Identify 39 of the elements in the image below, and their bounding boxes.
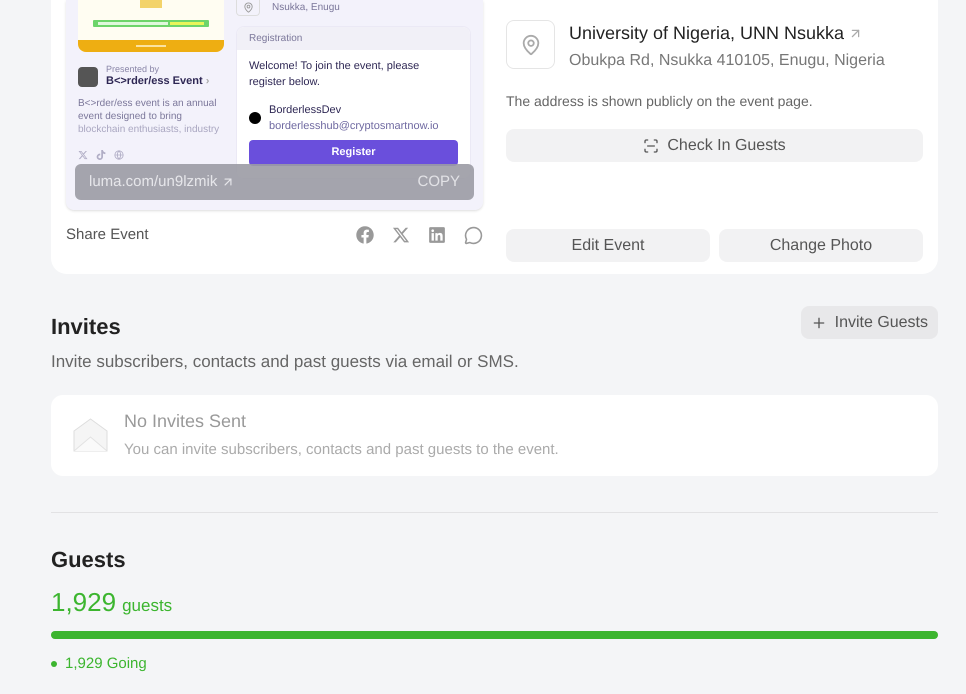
presenter-caption: Presented by (106, 64, 160, 76)
change-photo-button[interactable]: Change Photo (719, 229, 923, 262)
guests-title: Guests (51, 548, 127, 570)
registration-header: Registration (237, 27, 470, 50)
share-label: Share Event (66, 225, 149, 245)
x-icon[interactable] (392, 226, 410, 244)
x-icon[interactable] (78, 150, 88, 160)
avatar (78, 66, 98, 86)
register-button[interactable]: Register (249, 140, 458, 166)
location-text: Nsukka, Enugu (272, 1, 340, 15)
chat-icon[interactable] (464, 226, 483, 245)
invites-title: Invites (51, 313, 122, 341)
plus-icon (810, 314, 827, 330)
event-description: B<>rder/ess event is an annual event designed to bring (78, 97, 218, 123)
empty-title: No Invites Sent (124, 410, 248, 434)
guest-count: 1,929 (51, 588, 116, 614)
pin-icon (242, 2, 254, 13)
venue-address: Obukpa Rd, Nsukka 410105, Enugu, Nigeria (569, 51, 885, 71)
host-email: borderlesshub@cryptosmartnow.io (269, 119, 439, 134)
going-count: 1,929 Going (65, 654, 147, 674)
presenter-name[interactable]: B<>rder/ess Event › (106, 75, 210, 89)
welcome-text: Welcome! To join the event, please register below. (249, 59, 420, 90)
address-note: The address is shown publicly on the event page. (506, 92, 814, 111)
host-avatar (249, 112, 261, 124)
scan-icon (643, 138, 660, 154)
envelope-icon (73, 417, 108, 453)
facebook-icon[interactable] (356, 226, 374, 244)
empty-text: You can invite subscribers, contacts and past guests to the event. (124, 440, 559, 460)
event-description-faded: blockchain enthusiasts, industry (78, 123, 220, 136)
venue-name[interactable]: University of Nigeria, UNN Nsukka (569, 20, 885, 47)
linkedin-icon[interactable] (428, 226, 446, 244)
check-in-button[interactable]: Check In Guests (506, 129, 923, 162)
tiktok-icon[interactable] (96, 150, 106, 160)
host-name: BorderlessDev (269, 103, 342, 118)
globe-icon[interactable] (114, 150, 124, 160)
guest-unit: guests (122, 596, 172, 614)
invites-subtitle: Invite subscribers, contacts and past guests via email or SMS. (51, 351, 519, 373)
edit-event-button[interactable]: Edit Event (506, 229, 710, 262)
invite-guests-button[interactable]: Invite Guests (800, 306, 938, 339)
